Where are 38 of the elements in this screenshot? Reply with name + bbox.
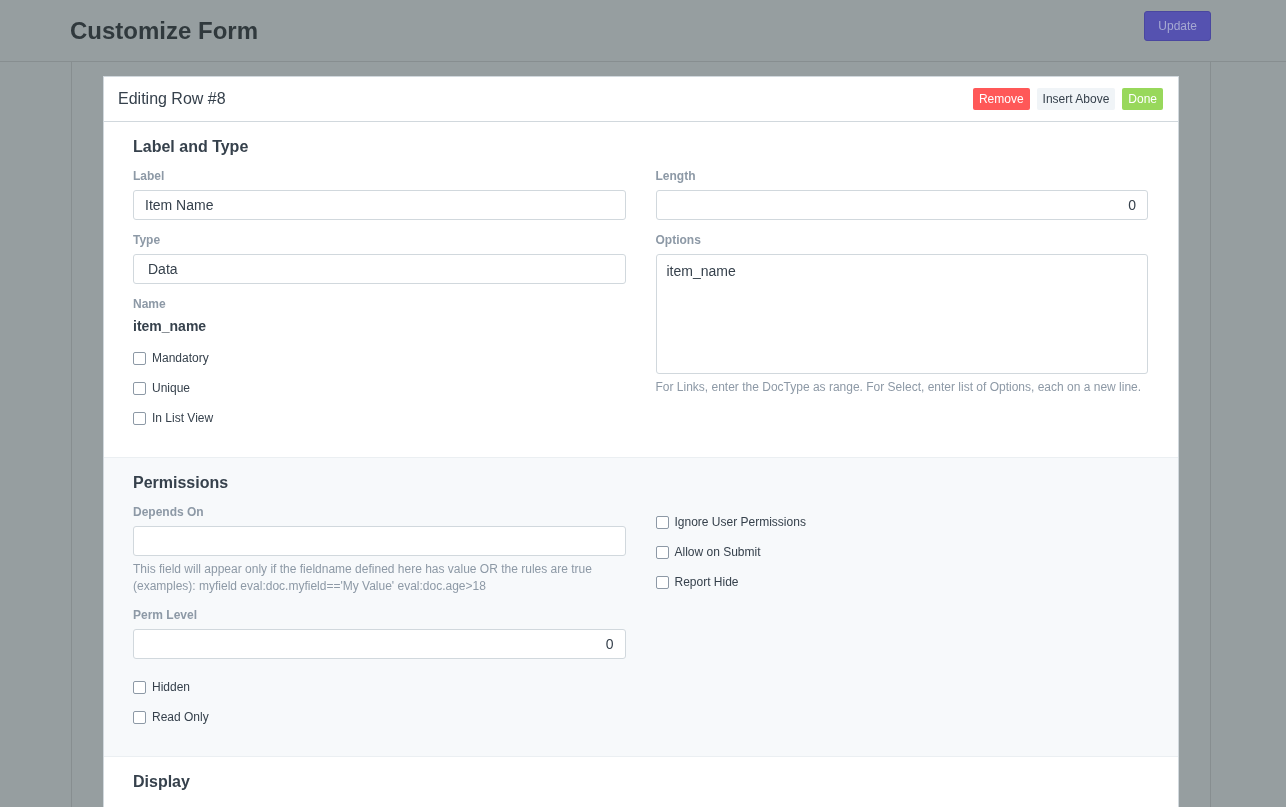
field-label: Perm Level [133,608,199,622]
checkbox-label: Allow on Submit [674,545,761,559]
select-field[interactable]: Data [133,254,626,284]
checkbox-label: Mandatory [152,351,209,365]
field-value: item_name [133,318,208,334]
section-title: Display [133,773,191,791]
checkbox[interactable] [133,680,146,694]
page-title: Customize Form [70,16,258,45]
input-field[interactable]: 0 [655,190,1148,220]
textarea-field[interactable]: item_name [655,254,1148,374]
section-title: Permissions [133,474,230,492]
field-label: Type [133,233,162,247]
checkbox-label: In List View [152,411,214,425]
field-label: Options [655,233,702,247]
help-text: For Links, enter the DocType as range. For Select, enter list of Options, each on a new line. [655,379,1143,396]
checkbox[interactable] [133,710,146,724]
field-label: Length [655,169,697,183]
field-label: Name [133,297,167,311]
input-field[interactable]: Item Name [133,190,626,220]
help-text: This field will appear only if the fieldname defined here has value OR the rules are true (examples): myfield eval:doc.myfield=='My Value' eval:doc.age>18 [133,561,593,595]
checkbox-label: Ignore User Permissions [674,515,806,529]
checkbox[interactable] [655,515,669,529]
checkbox-label: Read Only [152,710,209,724]
checkbox-label: Hidden [152,680,191,694]
checkbox-label: Report Hide [674,575,739,589]
checkbox[interactable] [133,411,146,425]
panel-title: Editing Row #8 [118,90,226,108]
field-label: Label [133,169,166,183]
input-field[interactable]: 0 [133,629,626,659]
action-button[interactable]: Insert Above [1036,88,1116,110]
field-label: Depends On [133,505,205,519]
checkbox[interactable] [655,545,669,559]
checkbox[interactable] [655,575,669,589]
section-title: Label and Type [133,138,250,156]
input-field[interactable] [133,526,626,556]
checkbox-label: Unique [152,381,191,395]
checkbox[interactable] [133,381,146,395]
checkbox[interactable] [133,351,146,365]
